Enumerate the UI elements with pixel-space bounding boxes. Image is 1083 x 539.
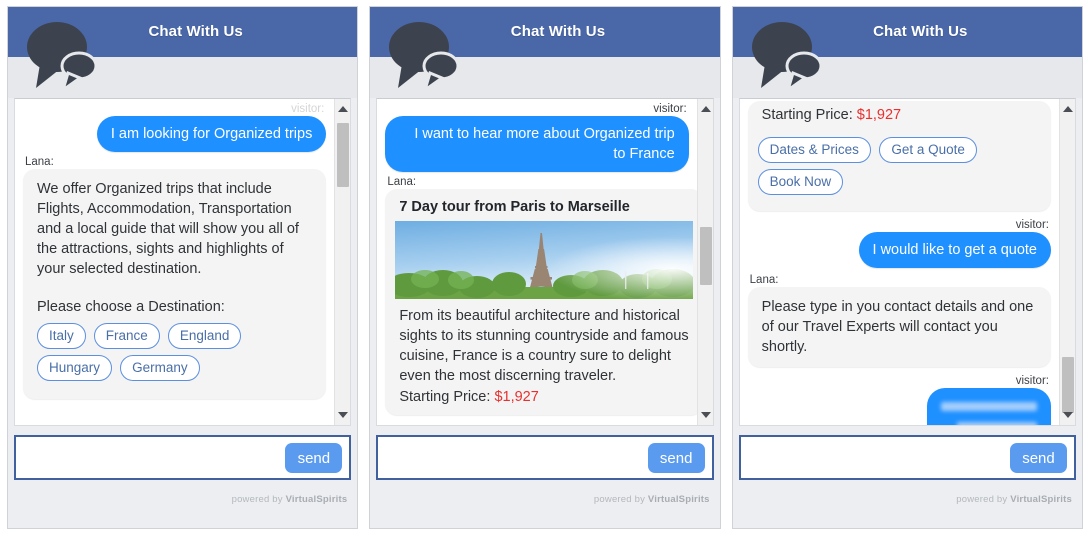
- powered-by-prefix: powered by: [956, 494, 1008, 505]
- scroll-down-arrow-icon[interactable]: [698, 407, 713, 423]
- vertical-scrollbar[interactable]: [696, 99, 713, 425]
- message-composer: send: [738, 435, 1076, 480]
- scroll-up-arrow-icon[interactable]: [1060, 101, 1075, 117]
- widget-footer: powered by VirtualSpirits: [370, 480, 719, 528]
- widget-header: Chat With Us: [732, 7, 1082, 57]
- page-title: Chat With Us: [148, 23, 243, 40]
- scroll-up-arrow-icon[interactable]: [335, 101, 350, 117]
- chat-widget-panel-3: Chat With Us Starting Price: $1,927 Date…: [731, 6, 1083, 529]
- card-action-options: Dates & Prices Get a Quote Book Now: [757, 137, 1041, 201]
- price-value: $1,927: [856, 107, 902, 123]
- price-label: Starting Price:: [399, 389, 491, 405]
- scrollbar-thumb[interactable]: [1061, 357, 1074, 413]
- vertical-scrollbar[interactable]: [334, 99, 351, 425]
- page-title: Chat With Us: [873, 23, 968, 40]
- chat-messages-viewport: visitor: I want to hear more about Organ…: [377, 99, 697, 425]
- agent-message-bubble: We offer Organized trips that include Fl…: [23, 169, 327, 399]
- scroll-up-arrow-icon[interactable]: [698, 101, 713, 117]
- option-chip-book-now[interactable]: Book Now: [757, 169, 844, 195]
- chat-widget-panel-1: Chat With Us visitor: I am looking for O…: [7, 6, 359, 529]
- powered-by-label: powered by VirtualSpirits: [594, 494, 710, 505]
- option-chip-england[interactable]: England: [167, 323, 242, 349]
- vertical-scrollbar[interactable]: [1058, 99, 1075, 425]
- message-row-agent: Please type in you contact details and o…: [747, 287, 1051, 367]
- option-chip-germany[interactable]: Germany: [120, 355, 200, 381]
- message-sender-label: visitor:: [1015, 375, 1049, 387]
- message-input[interactable]: [386, 442, 636, 473]
- message-row-agent-card-tail: Starting Price: $1,927 Dates & Prices Ge…: [747, 101, 1051, 211]
- visitor-message-bubble: I am looking for Organized trips: [96, 116, 327, 152]
- product-card-price: Starting Price: $1,927: [399, 389, 691, 405]
- chat-scroll-body: Starting Price: $1,927 Dates & Prices Ge…: [738, 98, 1076, 426]
- message-sender-label: visitor:: [653, 103, 687, 115]
- widget-footer: powered by VirtualSpirits: [733, 480, 1082, 528]
- option-chip-france[interactable]: France: [93, 323, 160, 349]
- price-value: $1,927: [494, 389, 539, 405]
- widget-header: Chat With Us: [370, 7, 720, 57]
- powered-by-brand: VirtualSpirits: [647, 494, 710, 505]
- visitor-message-bubble-redacted: [926, 388, 1051, 425]
- chat-messages-viewport: Starting Price: $1,927 Dates & Prices Ge…: [740, 99, 1059, 425]
- powered-by-brand: VirtualSpirits: [285, 494, 348, 505]
- product-card-price: Starting Price: $1,927: [762, 107, 1039, 123]
- message-composer: send: [376, 435, 714, 480]
- message-row-agent: We offer Organized trips that include Fl…: [23, 169, 327, 399]
- redacted-text-line: [940, 402, 1037, 411]
- send-button[interactable]: send: [1009, 443, 1067, 473]
- destination-options: Italy France England Hungary Germany: [37, 323, 312, 387]
- destination-prompt: Please choose a Destination:: [37, 299, 225, 315]
- header-subbar: [370, 57, 720, 98]
- message-sender-label: Lana:: [387, 176, 417, 188]
- product-card-description: From its beautiful architecture and hist…: [399, 308, 689, 384]
- scrollbar-thumb[interactable]: [699, 227, 712, 285]
- widget-header: Chat With Us: [8, 7, 358, 57]
- option-chip-get-a-quote[interactable]: Get a Quote: [879, 137, 977, 163]
- product-card-title: 7 Day tour from Paris to Marseille: [399, 199, 630, 215]
- powered-by-label: powered by VirtualSpirits: [956, 494, 1072, 505]
- agent-message-bubble: Please type in you contact details and o…: [747, 287, 1051, 367]
- send-button[interactable]: send: [285, 443, 343, 473]
- product-card-tail: Starting Price: $1,927 Dates & Prices Ge…: [747, 101, 1051, 211]
- message-sender-label: Lana:: [25, 156, 54, 168]
- message-row-visitor-redacted: [748, 388, 1051, 425]
- message-row-agent-card: 7 Day tour from Paris to Marseille From …: [385, 189, 697, 415]
- send-button[interactable]: send: [647, 443, 705, 473]
- message-input[interactable]: [24, 442, 274, 473]
- powered-by-prefix: powered by: [593, 494, 646, 505]
- visitor-message-bubble: I want to hear more about Organized trip…: [385, 116, 689, 172]
- option-chip-hungary[interactable]: Hungary: [37, 355, 113, 381]
- chat-messages-viewport: visitor: I am looking for Organized trip…: [15, 99, 334, 425]
- chat-scroll-body: visitor: I am looking for Organized trip…: [14, 98, 352, 426]
- message-composer: send: [14, 435, 352, 480]
- powered-by-prefix: powered by: [231, 494, 283, 505]
- scroll-down-arrow-icon[interactable]: [1060, 407, 1075, 423]
- chat-widget-panel-2: Chat With Us visitor: I want to hear mor…: [369, 6, 721, 529]
- powered-by-brand: VirtualSpirits: [1010, 494, 1072, 505]
- message-input[interactable]: [748, 442, 998, 473]
- message-row-visitor: I want to hear more about Organized trip…: [385, 116, 689, 172]
- page-title: Chat With Us: [510, 23, 606, 40]
- eiffel-tower-photo: [395, 221, 694, 299]
- scroll-down-arrow-icon[interactable]: [335, 407, 350, 423]
- message-sender-label: visitor:: [291, 103, 325, 115]
- widget-footer: powered by VirtualSpirits: [8, 480, 357, 528]
- product-card: 7 Day tour from Paris to Marseille From …: [385, 189, 697, 415]
- redacted-text-line: [956, 422, 1037, 425]
- header-subbar: [732, 57, 1082, 98]
- powered-by-label: powered by VirtualSpirits: [232, 494, 348, 505]
- price-label: Starting Price:: [761, 107, 853, 123]
- message-row-visitor: I would like to get a quote: [748, 232, 1051, 268]
- option-chip-dates-and-prices[interactable]: Dates & Prices: [757, 137, 871, 163]
- message-sender-label: Lana:: [749, 274, 779, 286]
- option-chip-italy[interactable]: Italy: [37, 323, 86, 349]
- header-subbar: [8, 57, 358, 98]
- message-sender-label: visitor:: [1015, 219, 1049, 231]
- chat-scroll-body: visitor: I want to hear more about Organ…: [376, 98, 714, 426]
- three-chat-widgets-stage: Chat With Us visitor: I am looking for O…: [0, 0, 1083, 539]
- visitor-message-bubble: I would like to get a quote: [858, 232, 1051, 268]
- agent-message-text: We offer Organized trips that include Fl…: [37, 181, 299, 277]
- scrollbar-thumb[interactable]: [337, 123, 350, 187]
- message-row-visitor: I am looking for Organized trips: [23, 116, 327, 152]
